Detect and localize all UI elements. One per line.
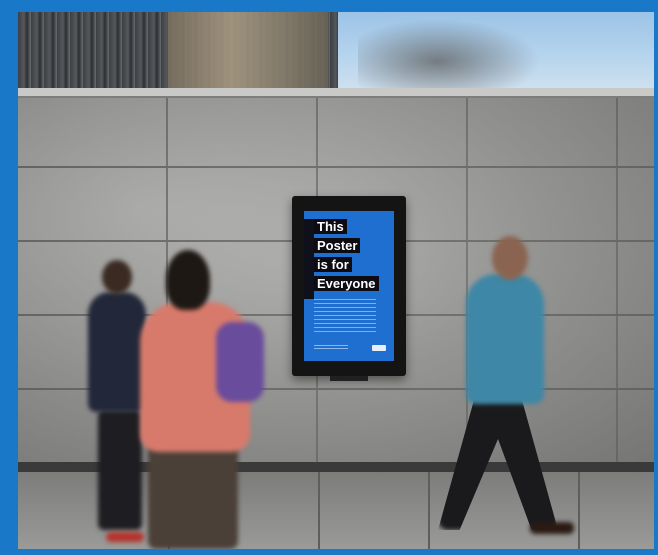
poster-headline-line-3: is for — [314, 257, 352, 272]
pedestrian-right-head — [492, 236, 528, 280]
pedestrian-pink-head — [166, 250, 210, 310]
poster: This Poster is for Everyone — [304, 211, 394, 361]
image-frame: This Poster is for Everyone — [0, 0, 658, 555]
purple-backpack — [216, 322, 264, 402]
display-base — [330, 376, 368, 381]
pedestrian-left-shoe — [106, 532, 144, 542]
wall-cap — [18, 88, 654, 98]
poster-body-copy — [314, 299, 376, 335]
pedestrian-left-legs — [98, 410, 142, 530]
poster-headline-line-1: This — [314, 219, 347, 234]
poster-logo — [372, 345, 386, 351]
poster-footer-text — [314, 345, 348, 351]
pedestrian-right-shoe — [530, 522, 574, 534]
building-window — [168, 12, 328, 88]
poster-headline-line-2: Poster — [314, 238, 361, 253]
poster-display-case: This Poster is for Everyone — [292, 196, 406, 376]
poster-accent-stripe — [304, 219, 314, 299]
bare-tree — [358, 12, 558, 94]
street-photo: This Poster is for Everyone — [18, 12, 654, 549]
pedestrian-pink-legs — [148, 442, 238, 549]
pedestrian-left — [88, 292, 146, 412]
pedestrian-right-teal-jacket — [466, 274, 544, 404]
poster-headline-line-4: Everyone — [314, 276, 379, 291]
pedestrian-left-head — [102, 260, 132, 294]
